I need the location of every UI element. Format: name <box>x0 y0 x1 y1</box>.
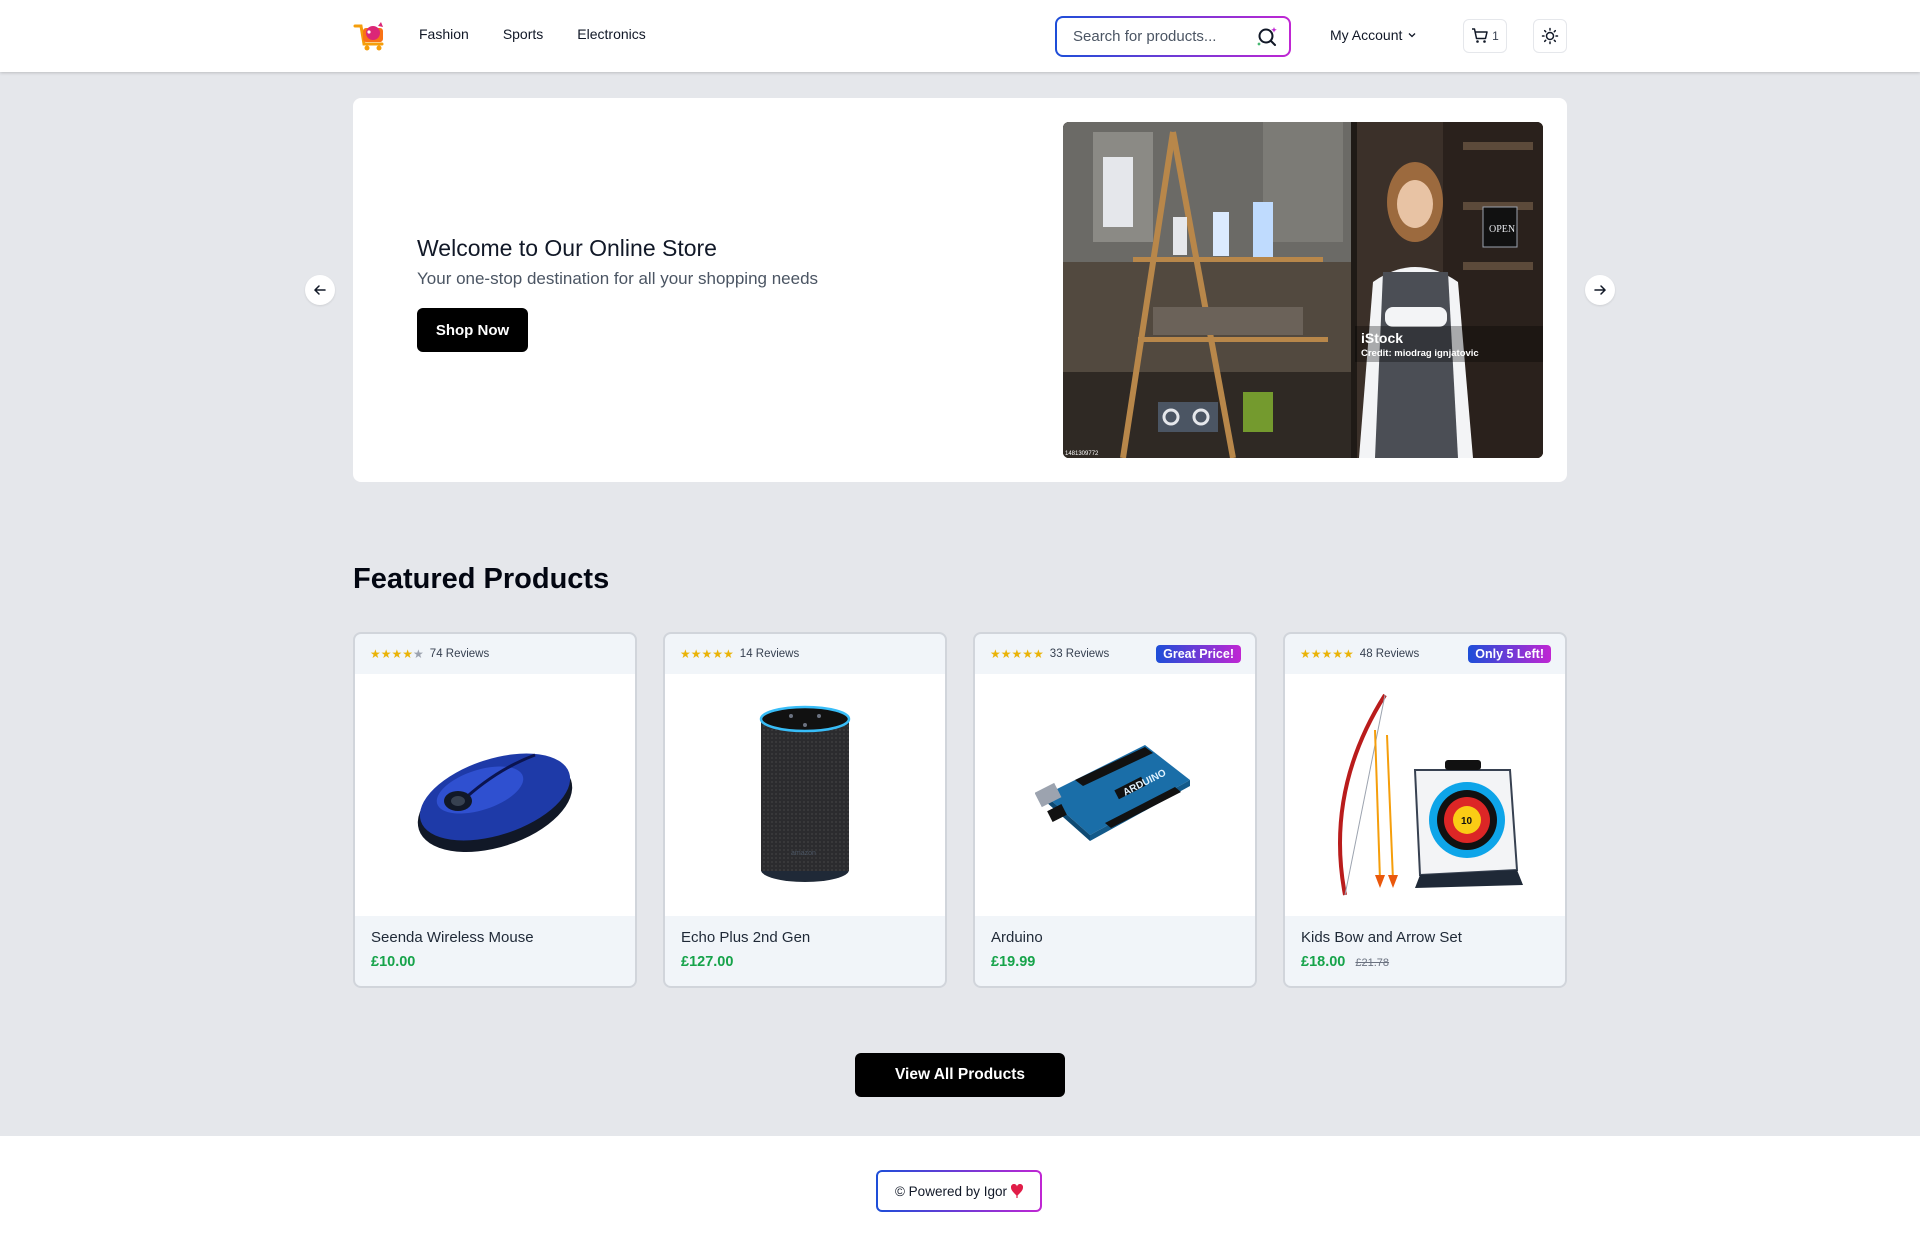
review-count: 33 Reviews <box>1049 648 1110 660</box>
product-grid: ★★★★★ 74 Reviews Seenda Wireless Mouse £… <box>353 632 1567 988</box>
product-card-bow[interactable]: ★★★★★ 48 Reviews Only 5 Left! 10 Kids Bo… <box>1283 632 1567 988</box>
featured-products-title: Featured Products <box>353 563 610 595</box>
site-footer: © Powered by Igor <box>0 1136 1920 1243</box>
product-name[interactable]: Kids Bow and Arrow Set <box>1301 929 1462 946</box>
search-input[interactable] <box>1073 28 1255 45</box>
product-image[interactable]: amazon <box>665 674 945 916</box>
nav-fashion[interactable]: Fashion <box>419 26 469 42</box>
review-count: 48 Reviews <box>1359 648 1420 660</box>
bow-and-arrow-image: 10 <box>1338 693 1523 896</box>
main-nav: Fashion Sports Electronics <box>419 26 680 42</box>
view-all-products-button[interactable]: View All Products <box>855 1053 1065 1097</box>
carousel-prev-button[interactable] <box>305 275 335 305</box>
review-count: 74 Reviews <box>429 648 490 660</box>
nav-sports[interactable]: Sports <box>503 26 543 42</box>
product-name[interactable]: Arduino <box>991 929 1043 946</box>
product-name[interactable]: Echo Plus 2nd Gen <box>681 929 810 946</box>
svg-text:10: 10 <box>1461 816 1473 827</box>
theme-toggle-button[interactable] <box>1533 19 1567 53</box>
rating-stars-icon: ★★★★★ <box>680 647 734 661</box>
echo-speaker-image: amazon <box>759 705 851 882</box>
site-header: Fashion Sports Electronics My Account 1 <box>0 0 1920 72</box>
wireless-mouse-image <box>417 753 573 852</box>
rating-stars-icon: ★★★★★ <box>370 647 424 661</box>
product-image[interactable]: 10 <box>1285 674 1565 916</box>
product-image[interactable] <box>355 674 635 916</box>
heart-pin-icon <box>1011 1184 1023 1198</box>
image-id: 1481309772 <box>1065 451 1099 457</box>
arduino-board-image: ARDUINO <box>1035 745 1190 841</box>
powered-by-text: © Powered by Igor <box>894 1183 1007 1199</box>
chevron-down-icon <box>1408 33 1416 38</box>
search-box <box>1055 16 1291 57</box>
carousel-next-button[interactable] <box>1585 275 1615 305</box>
product-name[interactable]: Seenda Wireless Mouse <box>371 929 534 946</box>
rating-stars-icon: ★★★★★ <box>990 647 1044 661</box>
arrow-left-icon <box>313 285 326 295</box>
product-card-arduino[interactable]: ★★★★★ 33 Reviews Great Price! ARDUINO Ar… <box>973 632 1257 988</box>
my-account-label: My Account <box>1330 27 1403 43</box>
store-logo-icon[interactable] <box>352 18 388 54</box>
image-credit: Credit: miodrag ignjatovic <box>1361 348 1479 359</box>
image-watermark: iStock <box>1361 330 1403 346</box>
shopkeeper-photo: OPEN iStock Credit: miodrag ignjatovic 1… <box>1063 122 1543 458</box>
nav-electronics[interactable]: Electronics <box>577 26 645 42</box>
svg-text:amazon: amazon <box>791 850 816 857</box>
search-icon[interactable] <box>1255 25 1279 49</box>
product-price: £19.99 <box>991 954 1036 970</box>
hero-banner: Welcome to Our Online Store Your one-sto… <box>353 98 1567 482</box>
hero-title: Welcome to Our Online Store <box>417 235 717 261</box>
powered-by-badge[interactable]: © Powered by Igor <box>876 1170 1042 1212</box>
open-sign: OPEN <box>1489 224 1515 235</box>
product-price: £18.00 £21.78 <box>1301 954 1390 970</box>
sun-icon <box>1541 27 1559 45</box>
product-price: £127.00 <box>681 954 734 970</box>
hero-image: OPEN iStock Credit: miodrag ignjatovic 1… <box>1063 122 1543 458</box>
shop-now-button[interactable]: Shop Now <box>417 308 528 352</box>
cart-count: 1 <box>1492 29 1499 43</box>
my-account-menu[interactable]: My Account <box>1330 27 1417 43</box>
product-image[interactable]: ARDUINO <box>975 674 1255 916</box>
arrow-right-icon <box>1594 285 1607 295</box>
product-badge: Great Price! <box>1156 645 1241 663</box>
product-badge: Only 5 Left! <box>1468 645 1551 663</box>
rating-stars-icon: ★★★★★ <box>1300 647 1354 661</box>
cart-button[interactable]: 1 <box>1463 19 1507 53</box>
product-old-price: £21.78 <box>1355 957 1390 969</box>
hero-subtitle: Your one-stop destination for all your s… <box>417 269 819 288</box>
cart-icon <box>1472 28 1488 43</box>
product-price: £10.00 <box>371 954 416 970</box>
review-count: 14 Reviews <box>739 648 800 660</box>
product-card-echo[interactable]: ★★★★★ 14 Reviews amazon Echo Plus 2nd Ge… <box>663 632 947 988</box>
product-card-mouse[interactable]: ★★★★★ 74 Reviews Seenda Wireless Mouse £… <box>353 632 637 988</box>
